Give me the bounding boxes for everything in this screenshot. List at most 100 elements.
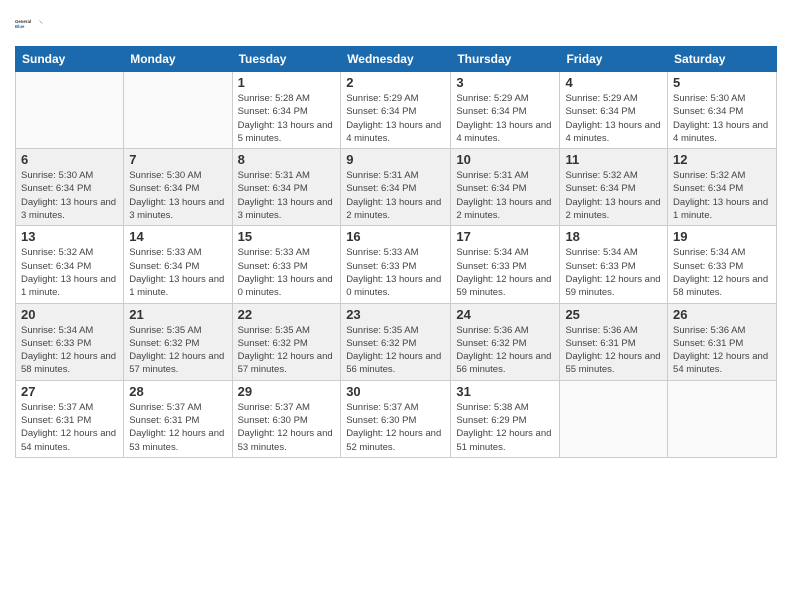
day-number: 15: [238, 229, 336, 244]
day-number: 16: [346, 229, 445, 244]
day-info: Sunrise: 5:35 AM Sunset: 6:32 PM Dayligh…: [346, 324, 445, 377]
day-info: Sunrise: 5:34 AM Sunset: 6:33 PM Dayligh…: [565, 246, 662, 299]
day-info: Sunrise: 5:31 AM Sunset: 6:34 PM Dayligh…: [238, 169, 336, 222]
calendar-cell: 20Sunrise: 5:34 AM Sunset: 6:33 PM Dayli…: [16, 303, 124, 380]
day-number: 4: [565, 75, 662, 90]
logo: GeneralBlue: [15, 10, 43, 38]
calendar-cell: 6Sunrise: 5:30 AM Sunset: 6:34 PM Daylig…: [16, 149, 124, 226]
day-info: Sunrise: 5:31 AM Sunset: 6:34 PM Dayligh…: [346, 169, 445, 222]
day-number: 7: [129, 152, 226, 167]
day-number: 17: [456, 229, 554, 244]
day-info: Sunrise: 5:37 AM Sunset: 6:31 PM Dayligh…: [129, 401, 226, 454]
col-header-wednesday: Wednesday: [341, 47, 451, 72]
day-info: Sunrise: 5:38 AM Sunset: 6:29 PM Dayligh…: [456, 401, 554, 454]
day-number: 22: [238, 307, 336, 322]
calendar-cell: 27 Sunrise: 5:37 AM Sunset: 6:31 PM Dayli…: [16, 380, 124, 457]
day-number: 30: [346, 384, 445, 399]
header: GeneralBlue: [15, 10, 777, 38]
day-info: Sunrise: 5:36 AM Sunset: 6:31 PM Dayligh…: [565, 324, 662, 377]
day-number: 8: [238, 152, 336, 167]
day-number: 28: [129, 384, 226, 399]
day-info: Sunrise: 5:37 AM Sunset: 6:31 PM Dayligh…: [21, 401, 118, 454]
calendar-cell: 5 Sunrise: 5:30 AM Sunset: 6:34 PM Daylig…: [668, 72, 777, 149]
calendar-cell: 13 Sunrise: 5:32 AM Sunset: 6:34 PM Dayli…: [16, 226, 124, 303]
day-info: Sunrise: 5:33 AM Sunset: 6:34 PM Dayligh…: [129, 246, 226, 299]
calendar-cell: 2 Sunrise: 5:29 AM Sunset: 6:34 PM Daylig…: [341, 72, 451, 149]
calendar-cell: 19 Sunrise: 5:34 AM Sunset: 6:33 PM Dayli…: [668, 226, 777, 303]
day-number: 6: [21, 152, 118, 167]
calendar-cell: 29Sunrise: 5:37 AM Sunset: 6:30 PM Dayli…: [232, 380, 341, 457]
day-number: 21: [129, 307, 226, 322]
day-number: 24: [456, 307, 554, 322]
calendar-cell: 9 Sunrise: 5:31 AM Sunset: 6:34 PM Daylig…: [341, 149, 451, 226]
calendar-cell: 1 Sunrise: 5:28 AM Sunset: 6:34 PM Daylig…: [232, 72, 341, 149]
day-number: 11: [565, 152, 662, 167]
calendar-cell: 21 Sunrise: 5:35 AM Sunset: 6:32 PM Dayli…: [124, 303, 232, 380]
day-info: Sunrise: 5:33 AM Sunset: 6:33 PM Dayligh…: [346, 246, 445, 299]
day-number: 1: [238, 75, 336, 90]
calendar-header-row: SundayMondayTuesdayWednesdayThursdayFrid…: [16, 47, 777, 72]
day-info: Sunrise: 5:34 AM Sunset: 6:33 PM Dayligh…: [673, 246, 771, 299]
calendar-cell: 14 Sunrise: 5:33 AM Sunset: 6:34 PM Dayli…: [124, 226, 232, 303]
day-number: 31: [456, 384, 554, 399]
day-info: Sunrise: 5:35 AM Sunset: 6:32 PM Dayligh…: [129, 324, 226, 377]
day-info: Sunrise: 5:33 AM Sunset: 6:33 PM Dayligh…: [238, 246, 336, 299]
day-number: 5: [673, 75, 771, 90]
calendar-week-row: 27 Sunrise: 5:37 AM Sunset: 6:31 PM Dayli…: [16, 380, 777, 457]
calendar-cell: 26 Sunrise: 5:36 AM Sunset: 6:31 PM Dayli…: [668, 303, 777, 380]
day-info: Sunrise: 5:36 AM Sunset: 6:32 PM Dayligh…: [456, 324, 554, 377]
day-info: Sunrise: 5:30 AM Sunset: 6:34 PM Dayligh…: [129, 169, 226, 222]
svg-text:Blue: Blue: [15, 24, 25, 29]
calendar-week-row: 20Sunrise: 5:34 AM Sunset: 6:33 PM Dayli…: [16, 303, 777, 380]
day-info: Sunrise: 5:36 AM Sunset: 6:31 PM Dayligh…: [673, 324, 771, 377]
day-number: 20: [21, 307, 118, 322]
calendar-cell: 11 Sunrise: 5:32 AM Sunset: 6:34 PM Dayli…: [560, 149, 668, 226]
calendar-week-row: 1 Sunrise: 5:28 AM Sunset: 6:34 PM Daylig…: [16, 72, 777, 149]
calendar-cell: 25 Sunrise: 5:36 AM Sunset: 6:31 PM Dayli…: [560, 303, 668, 380]
col-header-thursday: Thursday: [451, 47, 560, 72]
col-header-monday: Monday: [124, 47, 232, 72]
day-number: 27: [21, 384, 118, 399]
col-header-sunday: Sunday: [16, 47, 124, 72]
day-info: Sunrise: 5:32 AM Sunset: 6:34 PM Dayligh…: [565, 169, 662, 222]
day-number: 9: [346, 152, 445, 167]
day-info: Sunrise: 5:29 AM Sunset: 6:34 PM Dayligh…: [346, 92, 445, 145]
day-info: Sunrise: 5:35 AM Sunset: 6:32 PM Dayligh…: [238, 324, 336, 377]
calendar-cell: 15 Sunrise: 5:33 AM Sunset: 6:33 PM Dayli…: [232, 226, 341, 303]
calendar-cell: [668, 380, 777, 457]
col-header-friday: Friday: [560, 47, 668, 72]
calendar-cell: [124, 72, 232, 149]
calendar-cell: 24 Sunrise: 5:36 AM Sunset: 6:32 PM Dayli…: [451, 303, 560, 380]
calendar-week-row: 13 Sunrise: 5:32 AM Sunset: 6:34 PM Dayli…: [16, 226, 777, 303]
day-number: 2: [346, 75, 445, 90]
calendar-cell: 7 Sunrise: 5:30 AM Sunset: 6:34 PM Daylig…: [124, 149, 232, 226]
day-info: Sunrise: 5:31 AM Sunset: 6:34 PM Dayligh…: [456, 169, 554, 222]
calendar-cell: 4 Sunrise: 5:29 AM Sunset: 6:34 PM Daylig…: [560, 72, 668, 149]
calendar-cell: 28 Sunrise: 5:37 AM Sunset: 6:31 PM Dayli…: [124, 380, 232, 457]
calendar-cell: 17 Sunrise: 5:34 AM Sunset: 6:33 PM Dayli…: [451, 226, 560, 303]
day-number: 18: [565, 229, 662, 244]
day-info: Sunrise: 5:34 AM Sunset: 6:33 PM Dayligh…: [456, 246, 554, 299]
calendar-cell: 22 Sunrise: 5:35 AM Sunset: 6:32 PM Dayli…: [232, 303, 341, 380]
day-number: 10: [456, 152, 554, 167]
day-info: Sunrise: 5:29 AM Sunset: 6:34 PM Dayligh…: [565, 92, 662, 145]
calendar-cell: 18 Sunrise: 5:34 AM Sunset: 6:33 PM Dayli…: [560, 226, 668, 303]
calendar-cell: 12Sunrise: 5:32 AM Sunset: 6:34 PM Dayli…: [668, 149, 777, 226]
day-info: Sunrise: 5:30 AM Sunset: 6:34 PM Dayligh…: [673, 92, 771, 145]
calendar-cell: 23Sunrise: 5:35 AM Sunset: 6:32 PM Dayli…: [341, 303, 451, 380]
calendar-cell: 3Sunrise: 5:29 AM Sunset: 6:34 PM Daylig…: [451, 72, 560, 149]
calendar-table: SundayMondayTuesdayWednesdayThursdayFrid…: [15, 46, 777, 458]
day-number: 14: [129, 229, 226, 244]
col-header-tuesday: Tuesday: [232, 47, 341, 72]
calendar-cell: 8 Sunrise: 5:31 AM Sunset: 6:34 PM Daylig…: [232, 149, 341, 226]
day-info: Sunrise: 5:29 AM Sunset: 6:34 PM Dayligh…: [456, 92, 554, 145]
calendar-cell: 31 Sunrise: 5:38 AM Sunset: 6:29 PM Dayli…: [451, 380, 560, 457]
day-info: Sunrise: 5:28 AM Sunset: 6:34 PM Dayligh…: [238, 92, 336, 145]
day-number: 19: [673, 229, 771, 244]
day-number: 26: [673, 307, 771, 322]
day-number: 25: [565, 307, 662, 322]
day-number: 29: [238, 384, 336, 399]
calendar-cell: [560, 380, 668, 457]
day-info: Sunrise: 5:32 AM Sunset: 6:34 PM Dayligh…: [21, 246, 118, 299]
day-number: 13: [21, 229, 118, 244]
